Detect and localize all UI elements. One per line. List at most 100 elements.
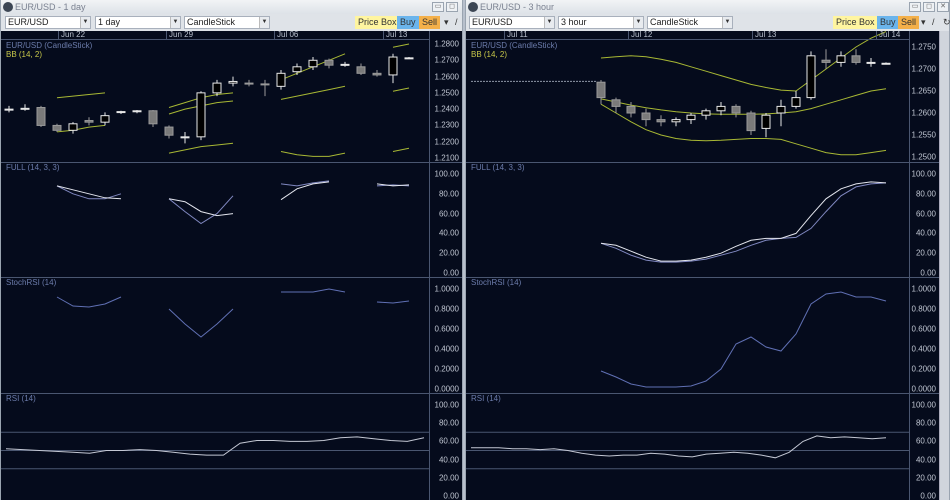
price-box-button[interactable]: Price Box — [833, 16, 878, 29]
candle — [260, 79, 270, 97]
buy-button[interactable]: Buy — [397, 16, 419, 29]
y-axis[interactable]: 1.2750 1.2700 1.2650 1.2600 1.2550 1.2500 100.… — [909, 31, 939, 500]
candle — [212, 79, 222, 97]
maximize-button[interactable]: ◻ — [923, 2, 935, 12]
candle — [716, 102, 726, 116]
candle — [701, 108, 711, 120]
candle-body — [148, 110, 158, 125]
indicator-tick-label: 0.6000 — [434, 324, 459, 334]
indicator-tick-label: 0.8000 — [434, 304, 459, 314]
bb-middle-line — [280, 85, 346, 100]
bb-title: BB (14, 2) — [471, 50, 508, 59]
candle — [164, 125, 174, 139]
indicator-tick-label: 20.00 — [438, 248, 459, 258]
draw-tool-icon[interactable]: / — [452, 16, 461, 29]
candle-body — [404, 57, 414, 60]
bb-middle-line — [600, 88, 887, 115]
time-label: Jul 13 — [752, 31, 776, 39]
price-panel-title: EUR/USD (CandleStick) — [471, 41, 558, 50]
candle-body — [68, 123, 78, 131]
candle — [836, 51, 846, 67]
candle — [132, 109, 142, 114]
candle-body — [836, 55, 846, 63]
candle — [641, 108, 651, 127]
minimize-button[interactable]: ▭ — [909, 2, 921, 12]
rsi-line — [5, 436, 425, 456]
chart-area[interactable]: Jul 11 Jul 12 Jul 13 Jul 14 1.2750 1.2700 1.26… — [466, 31, 939, 500]
candle-body — [132, 110, 142, 113]
candle-body — [228, 80, 238, 84]
title-bar: EUR/USD - 3 hour ▭ ◻ ✕ — [466, 0, 949, 14]
y-axis[interactable]: 1.2800 1.2700 1.2600 1.2500 1.2400 1.2300 1.22… — [429, 31, 462, 500]
candle — [20, 104, 30, 111]
bb-lower-line — [280, 151, 346, 157]
sell-button[interactable]: Sell — [419, 16, 441, 29]
sell-button[interactable]: Sell — [898, 16, 920, 29]
chart-window-daily: EUR/USD - 1 day ▭ ◻ EUR/USD ▼ 1 day ▼ Candl… — [0, 0, 463, 500]
symbol-select[interactable]: EUR/USD ▼ — [5, 16, 91, 29]
candle-body — [776, 105, 786, 114]
toolbar: EUR/USD ▼ 1 day ▼ CandleStick ▼ Price Box B… — [1, 14, 462, 31]
close-button[interactable]: ✕ — [937, 2, 949, 12]
stochrsi-line — [168, 308, 234, 338]
candle-body — [611, 99, 621, 107]
maximize-button[interactable]: ◻ — [446, 2, 458, 12]
candle — [292, 63, 302, 75]
stochrsi-title: StochRSI (14) — [6, 278, 57, 287]
candle — [761, 113, 771, 138]
vertical-scrollbar[interactable] — [939, 31, 949, 500]
chevron-down-icon[interactable]: ▼ — [544, 17, 554, 28]
menu-chevron-icon[interactable]: ▾ — [441, 16, 452, 29]
price-tick-label: 1.2700 — [434, 55, 459, 65]
candle-body — [180, 136, 190, 139]
chart-canvas — [1, 43, 429, 470]
interval-select[interactable]: 1 day ▼ — [95, 16, 181, 29]
chart-area[interactable]: Jun 22 Jun 29 Jul 06 Jul 13 1.2800 1.2700 1.26… — [1, 31, 462, 500]
chevron-down-icon[interactable]: ▼ — [633, 17, 643, 28]
stochrsi-title: StochRSI (14) — [471, 278, 522, 287]
candle — [36, 105, 46, 128]
candle-body — [716, 105, 726, 112]
symbol-select[interactable]: EUR/USD ▼ — [469, 16, 555, 29]
candle — [806, 51, 816, 100]
indicator-tick-label: 1.0000 — [434, 284, 459, 294]
panel-divider — [1, 277, 462, 278]
interval-value: 3 hour — [561, 17, 587, 27]
indicator-tick-label: 0.4000 — [434, 344, 459, 354]
interval-value: 1 day — [98, 17, 121, 27]
panel-divider — [466, 393, 939, 394]
time-label: Jul 14 — [876, 31, 900, 39]
candle — [731, 104, 741, 118]
full-d-line — [168, 195, 234, 225]
candle — [656, 115, 666, 127]
full-stoch-title: FULL (14, 3, 3) — [6, 163, 60, 172]
price-box-button[interactable]: Price Box — [355, 16, 400, 29]
candle-body — [671, 119, 681, 123]
interval-select[interactable]: 3 hour ▼ — [558, 16, 644, 29]
candle-body — [656, 119, 666, 123]
chevron-down-icon[interactable]: ▼ — [170, 17, 180, 28]
price-panel-title: EUR/USD (CandleStick) — [6, 41, 93, 50]
buy-button[interactable]: Buy — [877, 16, 899, 29]
stochrsi-line — [56, 296, 122, 308]
chart-type-value: CandleStick — [650, 17, 699, 27]
price-tick-label: 1.2550 — [911, 130, 936, 140]
chevron-down-icon[interactable]: ▼ — [722, 17, 732, 28]
candle-body — [52, 124, 62, 131]
indicator-tick-label: 40.00 — [915, 228, 936, 238]
draw-tool-icon[interactable]: / — [929, 16, 938, 29]
candle — [404, 57, 414, 60]
indicator-tick-label: 40.00 — [438, 455, 459, 465]
stochrsi-line — [600, 291, 887, 388]
chart-type-select[interactable]: CandleStick ▼ — [647, 16, 733, 29]
minimize-button[interactable]: ▭ — [432, 2, 444, 12]
chevron-down-icon[interactable]: ▼ — [80, 17, 90, 28]
time-axis: Jul 11 Jul 12 Jul 13 Jul 14 — [466, 31, 909, 40]
chevron-down-icon[interactable]: ▼ — [259, 17, 269, 28]
refresh-icon[interactable]: ↻ — [940, 16, 950, 29]
menu-chevron-icon[interactable]: ▾ — [918, 16, 929, 29]
candle — [686, 113, 696, 124]
chart-type-select[interactable]: CandleStick ▼ — [184, 16, 270, 29]
candle — [372, 70, 382, 77]
candle-body — [4, 108, 14, 111]
